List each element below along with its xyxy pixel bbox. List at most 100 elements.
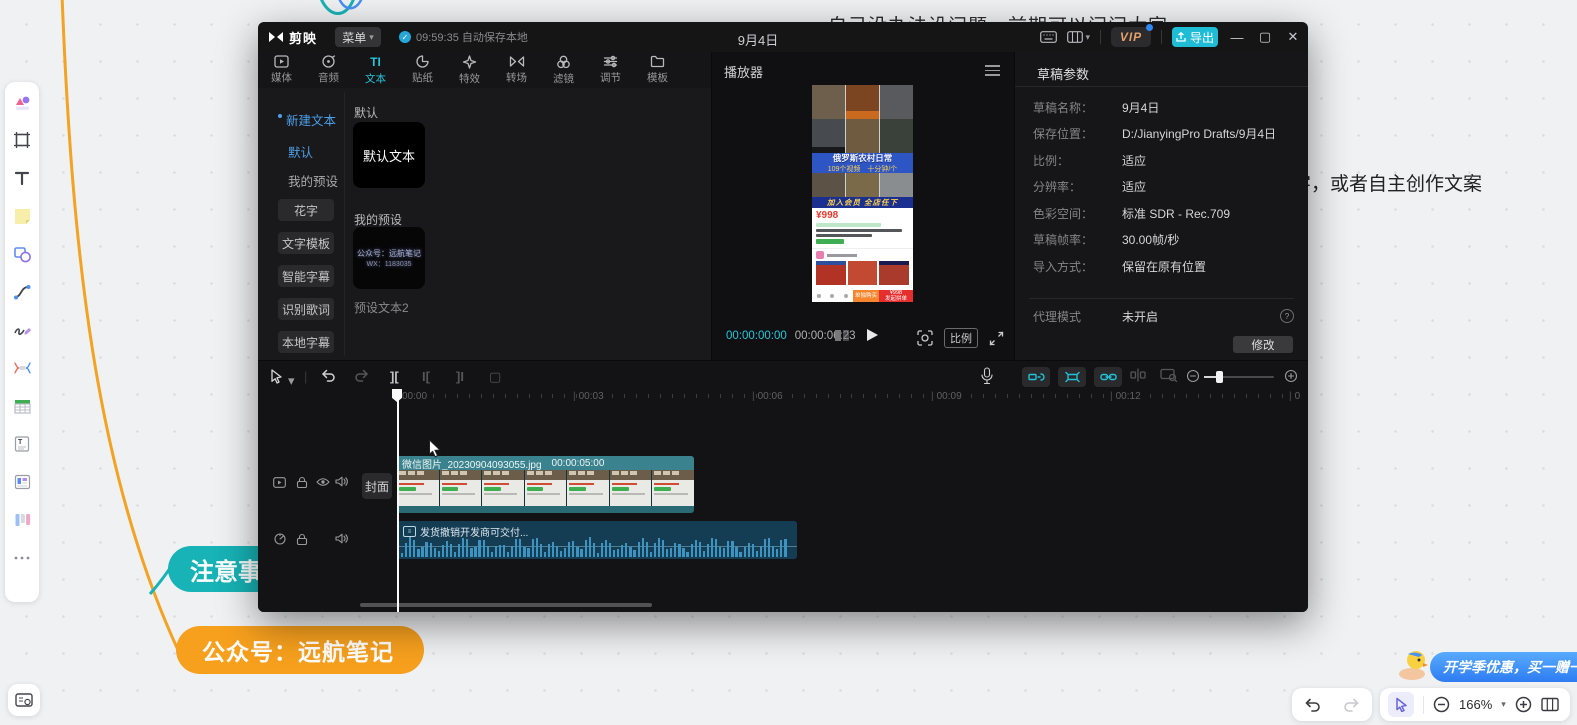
timeline-zoom-slider[interactable]: [1204, 376, 1274, 378]
frame-icon[interactable]: [11, 129, 33, 151]
sidebar-item-new-text[interactable]: 新建文本: [286, 110, 336, 129]
layout-switch-button[interactable]: ▾: [1067, 31, 1090, 43]
tab-effects[interactable]: 特效: [446, 52, 493, 88]
track-hide-icon[interactable]: [316, 477, 330, 487]
shapes-icon[interactable]: [11, 243, 33, 265]
menu-button[interactable]: 菜单▾: [335, 27, 381, 47]
document-title: 9月4日: [720, 30, 796, 49]
ribbon-tabs: 媒体 音频 TI文本 贴纸 特效 转场 滤镜 调节 模板: [258, 52, 711, 88]
export-button[interactable]: 导出: [1172, 27, 1218, 47]
wb-undo-button[interactable]: [1303, 697, 1321, 712]
timeline-scrollbar[interactable]: [360, 603, 652, 607]
redo-icon[interactable]: [354, 368, 370, 382]
sidebar-item-default[interactable]: 默认: [288, 142, 313, 161]
promo-banner-pill: 开学季优惠，买一赠一: [1430, 652, 1577, 682]
preview-product-info: ¥998: [812, 208, 913, 248]
tab-sticker[interactable]: 贴纸: [399, 52, 446, 88]
zoom-level[interactable]: 166%: [1459, 697, 1492, 712]
audio-speed-icon[interactable]: [274, 533, 286, 545]
trim-left-icon[interactable]: I[: [422, 369, 430, 384]
zoom-slider-handle[interactable]: [1216, 371, 1223, 383]
wb-redo-button[interactable]: [1343, 697, 1361, 712]
shortcut-keys-icon[interactable]: [1040, 31, 1057, 43]
more-icon[interactable]: [11, 547, 33, 569]
auto-snap-toggle[interactable]: [1058, 367, 1086, 387]
promo-banner[interactable]: 开学季优惠，买一赠一: [1394, 646, 1577, 682]
default-text-card[interactable]: 默认文本: [353, 122, 425, 188]
tab-transition[interactable]: 转场: [493, 52, 540, 88]
tab-text[interactable]: TI文本: [352, 52, 399, 88]
fullscreen-icon[interactable]: [989, 331, 1004, 346]
zoom-out-button[interactable]: [1433, 696, 1450, 713]
playhead-line[interactable]: [397, 389, 399, 612]
track-mute-icon[interactable]: [335, 476, 348, 487]
overview-map-button[interactable]: [1541, 697, 1559, 712]
undo-icon[interactable]: [320, 368, 336, 382]
audio-lock-icon[interactable]: [296, 533, 308, 545]
preview-shop-card: [812, 248, 913, 290]
close-button[interactable]: ✕: [1284, 29, 1302, 45]
sidebar-item-fancy-text[interactable]: 花字: [278, 199, 334, 221]
main-track-magnet-toggle[interactable]: [1022, 367, 1050, 387]
select-tool-chevron[interactable]: ▾: [288, 373, 295, 389]
sidebar-item-smart-captions[interactable]: 智能字幕: [278, 265, 334, 287]
side-note-text: 字，或者自主创作文案: [1292, 169, 1482, 196]
audio-clip[interactable]: ≡ 发货撤销开发商可交付...: [397, 521, 797, 559]
preview-axis-icon[interactable]: [1130, 368, 1146, 382]
document-icon[interactable]: T: [11, 433, 33, 455]
preview-quality-icon[interactable]: [834, 329, 850, 342]
tab-filter[interactable]: 滤镜: [540, 52, 587, 88]
card-icon[interactable]: [11, 471, 33, 493]
connector-icon[interactable]: [11, 281, 33, 303]
tab-media[interactable]: 媒体: [258, 52, 305, 88]
zoom-in-button[interactable]: [1515, 696, 1532, 713]
split-icon[interactable]: ][: [390, 369, 399, 384]
record-voiceover-icon[interactable]: [980, 367, 994, 385]
trim-right-icon[interactable]: ]I: [456, 369, 464, 384]
select-tool-button[interactable]: [1388, 692, 1414, 717]
help-icon[interactable]: ?: [1280, 309, 1294, 323]
sidebar-item-text-template[interactable]: 文字模板: [278, 232, 334, 254]
delete-icon[interactable]: ▢: [489, 369, 501, 385]
sidebar-item-lyrics-recognition[interactable]: 识别歌词: [278, 298, 334, 320]
zoom-chevron-icon[interactable]: ▾: [1501, 699, 1506, 710]
player-menu-icon[interactable]: [985, 65, 1000, 76]
whiteboard-canvas[interactable]: 自己没办法设问题，前期可以问问大家 字，或者自主创作文案 T 注意事 公众号：远…: [0, 0, 1577, 725]
sticky-note-icon[interactable]: [11, 205, 33, 227]
track-lock-icon[interactable]: [296, 476, 308, 488]
kanban-icon[interactable]: [11, 509, 33, 531]
ratio-button[interactable]: 比例: [944, 328, 978, 348]
audio-mute-icon[interactable]: [335, 533, 348, 544]
sidebar-item-my-presets[interactable]: 我的预设: [288, 171, 338, 190]
global-preview-zoom-icon[interactable]: [1160, 368, 1178, 382]
mindmap-icon[interactable]: [11, 357, 33, 379]
timeline-zoom-in-icon[interactable]: [1284, 369, 1298, 383]
timeline-zoom-out-icon[interactable]: [1186, 369, 1200, 383]
modify-button[interactable]: 修改: [1233, 336, 1293, 353]
mouse-cursor-icon: [428, 439, 442, 458]
table-icon[interactable]: [11, 395, 33, 417]
cover-button[interactable]: 封面: [362, 473, 392, 499]
minimize-button[interactable]: —: [1228, 30, 1246, 45]
preset-text-card[interactable]: 公众号：远航笔记 WX：1183035: [353, 227, 425, 289]
text-tool-icon[interactable]: [11, 167, 33, 189]
presentation-settings-button[interactable]: [8, 684, 40, 716]
focus-frame-icon[interactable]: [917, 330, 933, 346]
tab-audio[interactable]: 音频: [305, 52, 352, 88]
tab-template[interactable]: 模板: [634, 52, 681, 88]
vip-badge[interactable]: VIP: [1111, 27, 1151, 47]
templates-icon[interactable]: [11, 91, 33, 113]
preset-card-line2: WX：1183035: [366, 259, 411, 269]
video-clip[interactable]: 微信图片_20230904093055.jpg 00:00:05:00: [397, 456, 694, 513]
linkage-toggle[interactable]: [1094, 367, 1122, 387]
maximize-button[interactable]: ▢: [1256, 29, 1274, 45]
brand-bubble[interactable]: 公众号：远航笔记: [176, 626, 424, 674]
player-title: 播放器: [724, 62, 763, 81]
tab-adjust[interactable]: 调节: [587, 52, 634, 88]
sidebar-item-local-captions[interactable]: 本地字幕: [278, 331, 334, 353]
select-tool-icon[interactable]: [270, 369, 283, 384]
param-label: 比例：: [1015, 152, 1122, 169]
timeline-ruler[interactable]: 00:00 |00:03 |00:06 |00:09 |00:12 |0: [258, 389, 1308, 405]
pen-icon[interactable]: [11, 319, 33, 341]
play-button[interactable]: [866, 328, 879, 342]
